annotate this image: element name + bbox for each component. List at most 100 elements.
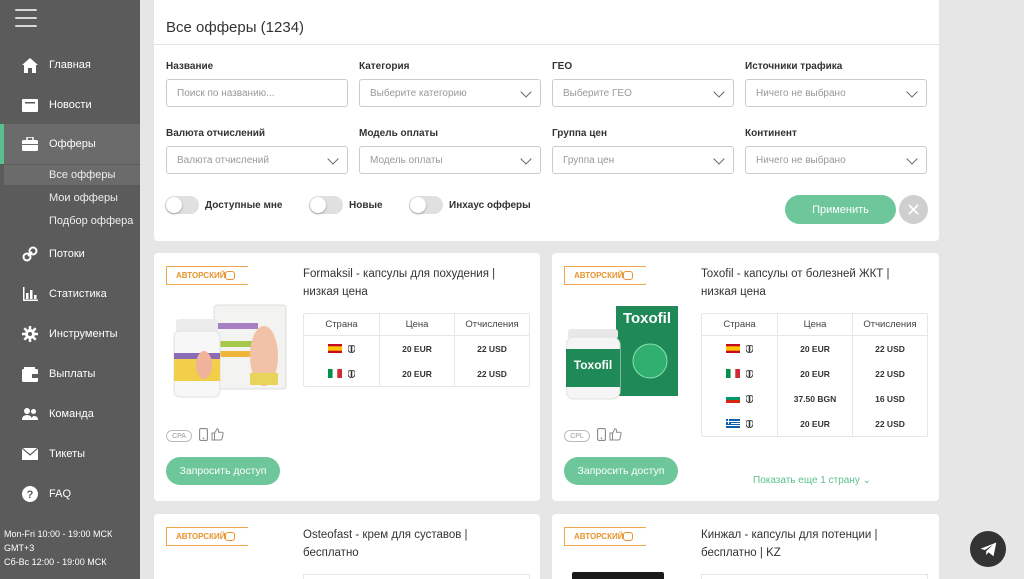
placeholder: Модель оплаты — [370, 154, 443, 166]
header-country: Страна — [702, 314, 778, 335]
table-row: 20 EUR 22 USD — [702, 336, 927, 361]
payout-currency-select[interactable]: Валюта отчислений — [166, 146, 348, 174]
shield-icon — [746, 344, 753, 353]
support-hours: Mon-Fri 10:00 - 19:00 МСК GMT+3 Сб-Вс 12… — [4, 527, 140, 569]
table-header: Страна Цена Отчисления — [304, 314, 529, 336]
filter-panel: Все офферы (1234) Название Поиск по назв… — [154, 0, 939, 241]
page-title: Все офферы (1234) — [166, 19, 305, 36]
apply-button[interactable]: Применить — [785, 195, 896, 224]
telegram-icon — [980, 542, 996, 556]
nav-item-team[interactable]: Команда — [0, 394, 140, 434]
nav-item-streams[interactable]: Потоки — [0, 234, 140, 274]
subnav-offer-picker[interactable]: Подбор оффера — [4, 211, 140, 231]
badge-label: АВТОРСКИЙ — [176, 532, 226, 541]
nav-item-offers[interactable]: Офферы — [0, 124, 140, 164]
geo-label: ГЕО — [552, 61, 573, 72]
chevron-down-icon — [327, 153, 339, 165]
briefcase-icon — [21, 135, 39, 153]
subnav-all-offers[interactable]: Все офферы — [4, 165, 140, 185]
toggle-switch[interactable] — [309, 196, 343, 214]
geo-select[interactable]: Выберите ГЕО — [552, 79, 734, 107]
team-icon — [21, 405, 39, 423]
mobile-icon — [199, 428, 208, 441]
toggle-label: Инхаус офферы — [449, 199, 531, 211]
header-country: Страна — [304, 314, 380, 335]
offer-card: АВТОРСКИЙ Toxofil Toxofil Toxofil - капс… — [552, 253, 939, 501]
subnav-my-offers[interactable]: Мои офферы — [4, 188, 140, 208]
payout-currency-label: Валюта отчислений — [166, 128, 266, 139]
offer-card: АВТОРСКИЙ Osteofast - крем для суставов … — [154, 514, 540, 579]
device-icons — [597, 428, 622, 441]
product-brand: Toxofil — [574, 358, 612, 372]
badge-label: АВТОРСКИЙ — [176, 271, 226, 280]
continent-select[interactable]: Ничего не выбрано — [745, 146, 927, 174]
nav-label: Потоки — [49, 248, 85, 260]
nav-label: Выплаты — [49, 368, 96, 380]
offer-card: АВТОРСКИЙ Formaksil - капсулы для похуде… — [154, 253, 540, 501]
product-image — [572, 572, 664, 579]
category-select[interactable]: Выберите категорию — [359, 79, 541, 107]
toggle-inhouse[interactable]: Инхаус офферы — [409, 196, 531, 214]
author-badge: АВТОРСКИЙ — [564, 527, 646, 546]
divider — [154, 44, 939, 45]
request-access-button[interactable]: Запросить доступ — [166, 457, 280, 485]
offer-title[interactable]: Formaksil - капсулы для похудения | низк… — [303, 265, 523, 301]
menu-icon[interactable] — [15, 9, 37, 27]
chevron-down-icon — [520, 86, 532, 98]
continent-label: Континент — [745, 128, 797, 139]
nav-item-stats[interactable]: Статистика — [0, 274, 140, 314]
offer-title[interactable]: Osteofast - крем для суставов | бесплатн… — [303, 526, 523, 562]
show-more-countries-link[interactable]: Показать еще 1 страну ⌄ — [753, 475, 871, 486]
payout-cell: 22 USD — [477, 343, 507, 354]
greece-flag-icon — [726, 419, 740, 428]
toggle-available[interactable]: Доступные мне — [165, 196, 282, 214]
nav-item-tools[interactable]: Инструменты — [0, 314, 140, 354]
envelope-icon — [21, 445, 39, 463]
nav-item-faq[interactable]: ? FAQ — [0, 474, 140, 514]
price-group-select[interactable]: Группа цен — [552, 146, 734, 174]
offer-title[interactable]: Toxofil - капсулы от болезней ЖКТ | низк… — [701, 265, 921, 301]
toggle-switch[interactable] — [165, 196, 199, 214]
shield-icon — [746, 394, 753, 403]
nav-item-home[interactable]: Главная — [0, 45, 140, 85]
badge-label: АВТОРСКИЙ — [574, 532, 624, 541]
chevron-down-icon — [713, 86, 725, 98]
nav-label: Офферы — [49, 138, 96, 150]
table-row: 37.50 BGN 16 USD — [702, 386, 927, 411]
nav-label: Главная — [49, 59, 91, 71]
offer-title[interactable]: Кинжал - капсулы для потенции | бесплатн… — [701, 526, 921, 562]
clear-filters-button[interactable] — [899, 195, 928, 224]
author-badge: АВТОРСКИЙ — [564, 266, 646, 285]
thumbs-up-icon — [609, 428, 622, 441]
traffic-sources-select[interactable]: Ничего не выбрано — [745, 79, 927, 107]
placeholder: Поиск по названию... — [177, 87, 275, 99]
name-label: Название — [166, 61, 214, 72]
price-table: Страна Цена Отчисления 20 EUR 22 USD 20 … — [701, 313, 928, 437]
product-brand: Toxofil — [623, 310, 671, 327]
gamepad-icon — [623, 271, 633, 280]
price-table: Страна Цена Отчисления 20 EUR 22 USD 20 … — [303, 313, 530, 387]
table-header: Страна Цена Отчисления — [702, 314, 927, 336]
close-icon — [908, 204, 919, 215]
shield-icon — [746, 419, 753, 428]
nav-item-payouts[interactable]: Выплаты — [0, 354, 140, 394]
payout-cell: 16 USD — [875, 393, 905, 404]
nav-item-tickets[interactable]: Тикеты — [0, 434, 140, 474]
question-icon: ? — [21, 485, 39, 503]
toggle-new[interactable]: Новые — [309, 196, 383, 214]
author-badge: АВТОРСКИЙ — [166, 266, 248, 285]
nav-label: Тикеты — [49, 448, 86, 460]
svg-text:?: ? — [27, 489, 34, 501]
support-weekend: Сб-Вс 12:00 - 19:00 МСК — [4, 557, 107, 567]
more-label: Показать еще 1 страну — [753, 475, 860, 486]
request-access-button[interactable]: Запросить доступ — [564, 457, 678, 485]
price-cell: 20 EUR — [380, 361, 455, 386]
name-search-input[interactable]: Поиск по названию... — [166, 79, 348, 107]
telegram-button[interactable] — [970, 531, 1006, 567]
toggle-label: Новые — [349, 199, 383, 211]
payment-model-select[interactable]: Модель оплаты — [359, 146, 541, 174]
nav-item-news[interactable]: Новости — [0, 85, 140, 125]
table-row: 20 EUR 22 USD — [304, 336, 529, 361]
toggle-switch[interactable] — [409, 196, 443, 214]
spain-flag-icon — [726, 344, 740, 353]
